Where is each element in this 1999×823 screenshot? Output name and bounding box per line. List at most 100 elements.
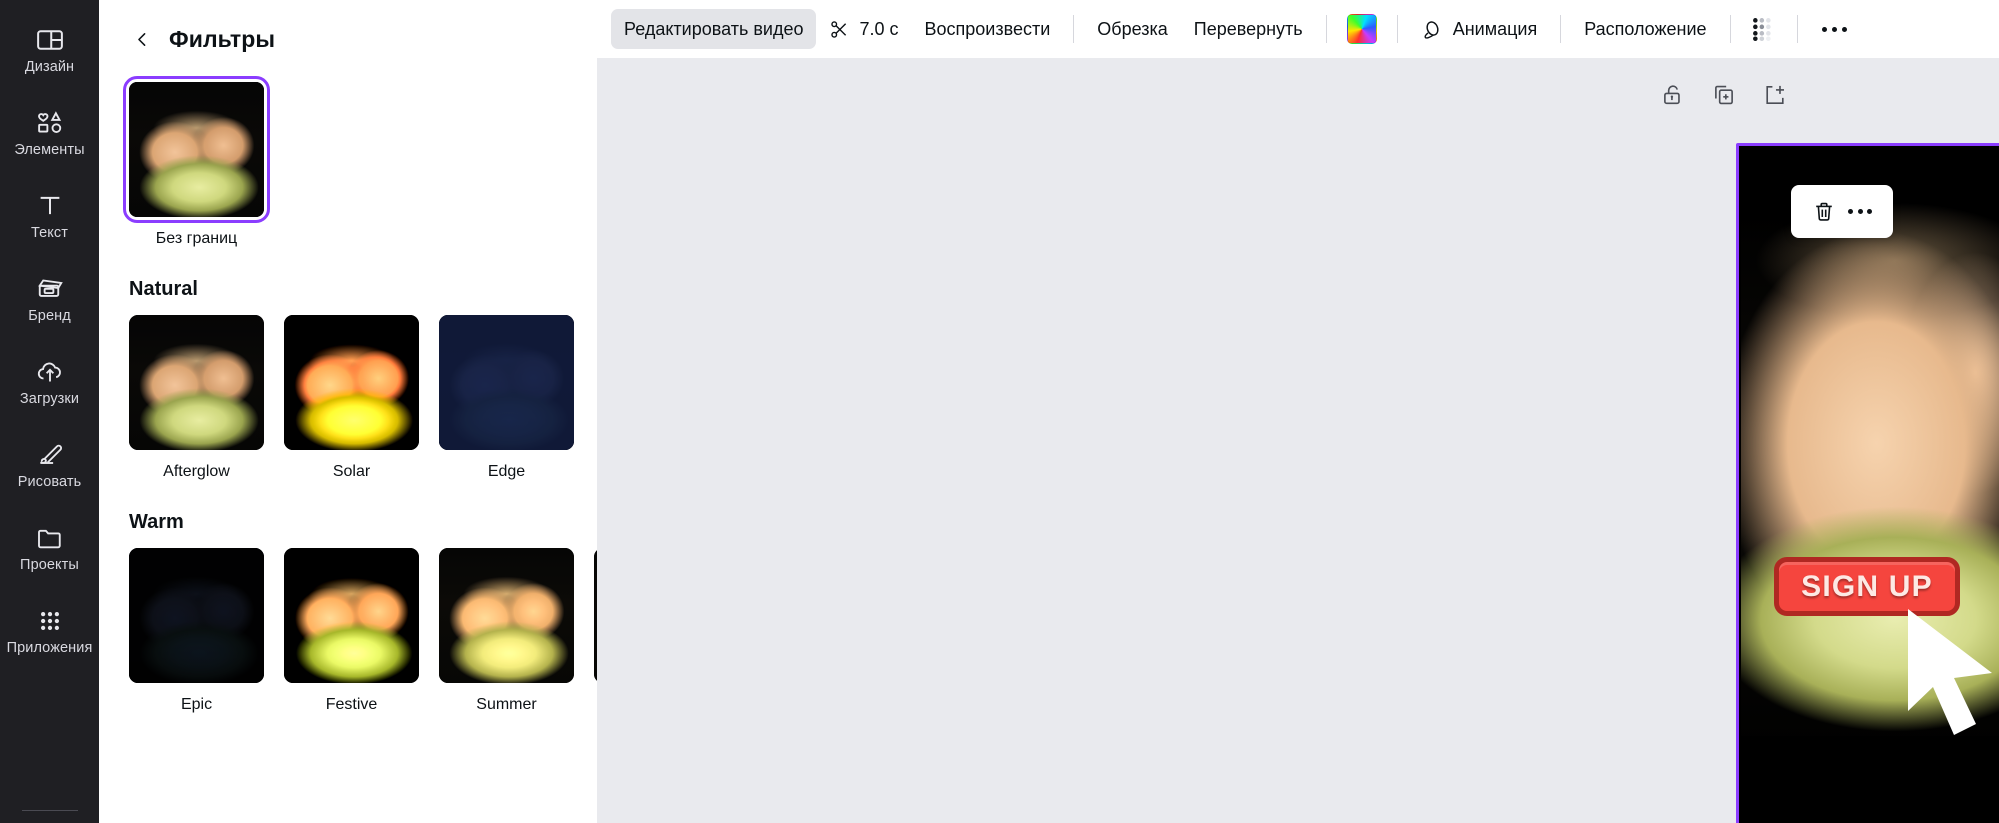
toolbar-divider	[1396, 15, 1398, 43]
sidebar-item-label: Рисовать	[17, 473, 82, 490]
flip-label: Перевернуть	[1193, 18, 1303, 39]
filter-row: Epic Festive Summer	[99, 548, 597, 714]
sidebar-item-label: Загрузки	[19, 390, 80, 407]
sidebar-item-label: Дизайн	[24, 58, 75, 75]
dot	[1857, 209, 1863, 214]
dot	[1821, 26, 1827, 32]
duration-label: 7.0 с	[859, 18, 899, 39]
filter-thumbnail[interactable]	[439, 315, 574, 450]
sidebar-item-label: Бренд	[28, 307, 71, 324]
position-button[interactable]: Расположение	[1571, 9, 1719, 49]
filter-thumbnail[interactable]	[284, 548, 419, 683]
brand-icon	[35, 274, 65, 304]
panel-body: Без границ Natural Afterglow Solar Edge …	[99, 60, 597, 714]
filter-row: Afterglow Solar Edge	[99, 315, 597, 481]
filter-item-festive[interactable]: Festive	[284, 548, 419, 714]
more-horizontal-icon[interactable]	[1808, 26, 1861, 32]
sidebar-item-apps[interactable]: Приложения	[0, 589, 99, 672]
filter-row-default: Без границ	[99, 76, 597, 248]
filter-label: Без границ	[155, 230, 238, 247]
filter-item-solar[interactable]: Solar	[284, 315, 419, 481]
sidebar-item-uploads[interactable]: Загрузки	[0, 340, 99, 423]
edit-video-label: Редактировать видео	[624, 18, 804, 39]
thumbnail-image	[129, 315, 264, 450]
duration-button[interactable]: 7.0 с	[816, 9, 911, 49]
scissors-icon	[829, 19, 850, 40]
sidebar-item-label: Текст	[30, 224, 68, 241]
sidebar-item-label: Приложения	[6, 639, 93, 656]
filter-label: Epic	[180, 696, 213, 713]
draw-icon	[35, 440, 65, 470]
play-button[interactable]: Воспроизвести	[912, 9, 1064, 49]
selected-video-frame[interactable]: SIGN UP	[1736, 143, 1999, 823]
dot	[1848, 209, 1853, 214]
filter-thumbnail[interactable]	[123, 76, 270, 223]
toolbar-divider	[1325, 15, 1327, 43]
sidebar-item-design[interactable]: Дизайн	[0, 8, 99, 91]
filter-thumbnail[interactable]	[129, 315, 264, 450]
thumbnail-image	[284, 315, 419, 450]
animation-button[interactable]: Анимация	[1408, 9, 1551, 49]
thumbnail-image	[439, 548, 574, 683]
position-label: Расположение	[1584, 18, 1707, 39]
color-swatch[interactable]	[1346, 14, 1377, 44]
filter-thumbnail[interactable]	[284, 315, 419, 450]
left-rail: Дизайн Элементы Текст Бренд Загрузки Рис…	[0, 0, 99, 823]
section-heading: Natural	[129, 278, 198, 300]
signup-button-label: SIGN UP	[1801, 569, 1933, 603]
video-letterbox-bottom	[1741, 736, 1999, 823]
add-page-icon[interactable]	[1762, 82, 1788, 108]
sidebar-item-elements[interactable]: Элементы	[0, 91, 99, 174]
crop-button[interactable]: Обрезка	[1084, 9, 1180, 49]
filter-label: Solar	[332, 463, 371, 480]
filter-item-edge[interactable]: Edge	[439, 315, 574, 481]
edit-video-button[interactable]: Редактировать видео	[611, 9, 817, 49]
animation-icon	[1421, 18, 1444, 41]
lock-icon[interactable]	[1660, 82, 1686, 108]
canvas-area[interactable]: SIGN UP	[597, 58, 1999, 823]
app-root: Дизайн Элементы Текст Бренд Загрузки Рис…	[0, 0, 1999, 823]
uploads-icon	[35, 357, 65, 387]
filter-item-none[interactable]: Без границ	[123, 76, 270, 248]
filter-item-afterglow[interactable]: Afterglow	[129, 315, 264, 481]
filter-label: Edge	[487, 463, 526, 480]
sidebar-item-draw[interactable]: Рисовать	[0, 423, 99, 506]
thumbnail-image	[129, 548, 264, 683]
toolbar-divider	[1796, 15, 1798, 43]
filter-section-warm: Warm Epic Festive Summer	[99, 511, 597, 714]
element-context-toolbar	[1791, 185, 1893, 238]
rail-divider	[22, 810, 78, 811]
crop-label: Обрезка	[1097, 18, 1168, 39]
filter-label: Summer	[476, 696, 537, 713]
elements-icon	[35, 108, 65, 138]
video-preview[interactable]: SIGN UP	[1741, 148, 1999, 823]
filter-item-epic[interactable]: Epic	[129, 548, 264, 714]
filter-thumbnail[interactable]	[439, 548, 574, 683]
sidebar-item-text[interactable]: Текст	[0, 174, 99, 257]
transparency-button[interactable]	[1741, 9, 1787, 49]
color-button[interactable]	[1337, 9, 1387, 49]
chevron-left-icon[interactable]	[129, 26, 155, 52]
section-heading: Warm	[129, 511, 184, 533]
video-letterbox-top	[1741, 148, 1999, 178]
sidebar-item-label: Элементы	[14, 141, 85, 158]
sidebar-item-brand[interactable]: Бренд	[0, 257, 99, 340]
trash-icon[interactable]	[1812, 200, 1836, 224]
thumbnail-image	[284, 548, 419, 683]
play-label: Воспроизвести	[924, 18, 1051, 39]
dot	[1841, 26, 1847, 32]
text-icon	[35, 191, 65, 221]
thumbnail-image	[439, 315, 574, 450]
design-icon	[35, 25, 65, 55]
duplicate-page-icon[interactable]	[1711, 82, 1737, 108]
filters-panel: Фильтры Без границ Natural Afterglow Sol…	[99, 0, 597, 823]
toolbar-divider	[1560, 15, 1562, 43]
flip-button[interactable]: Перевернуть	[1181, 9, 1316, 49]
filter-thumbnail[interactable]	[129, 548, 264, 683]
dot	[1867, 209, 1872, 214]
sidebar-item-label: Проекты	[20, 556, 79, 573]
sidebar-item-projects[interactable]: Проекты	[0, 506, 99, 589]
transparency-checker-icon[interactable]	[1751, 16, 1777, 42]
more-horizontal-icon[interactable]	[1848, 209, 1872, 214]
filter-item-summer[interactable]: Summer	[439, 548, 574, 714]
